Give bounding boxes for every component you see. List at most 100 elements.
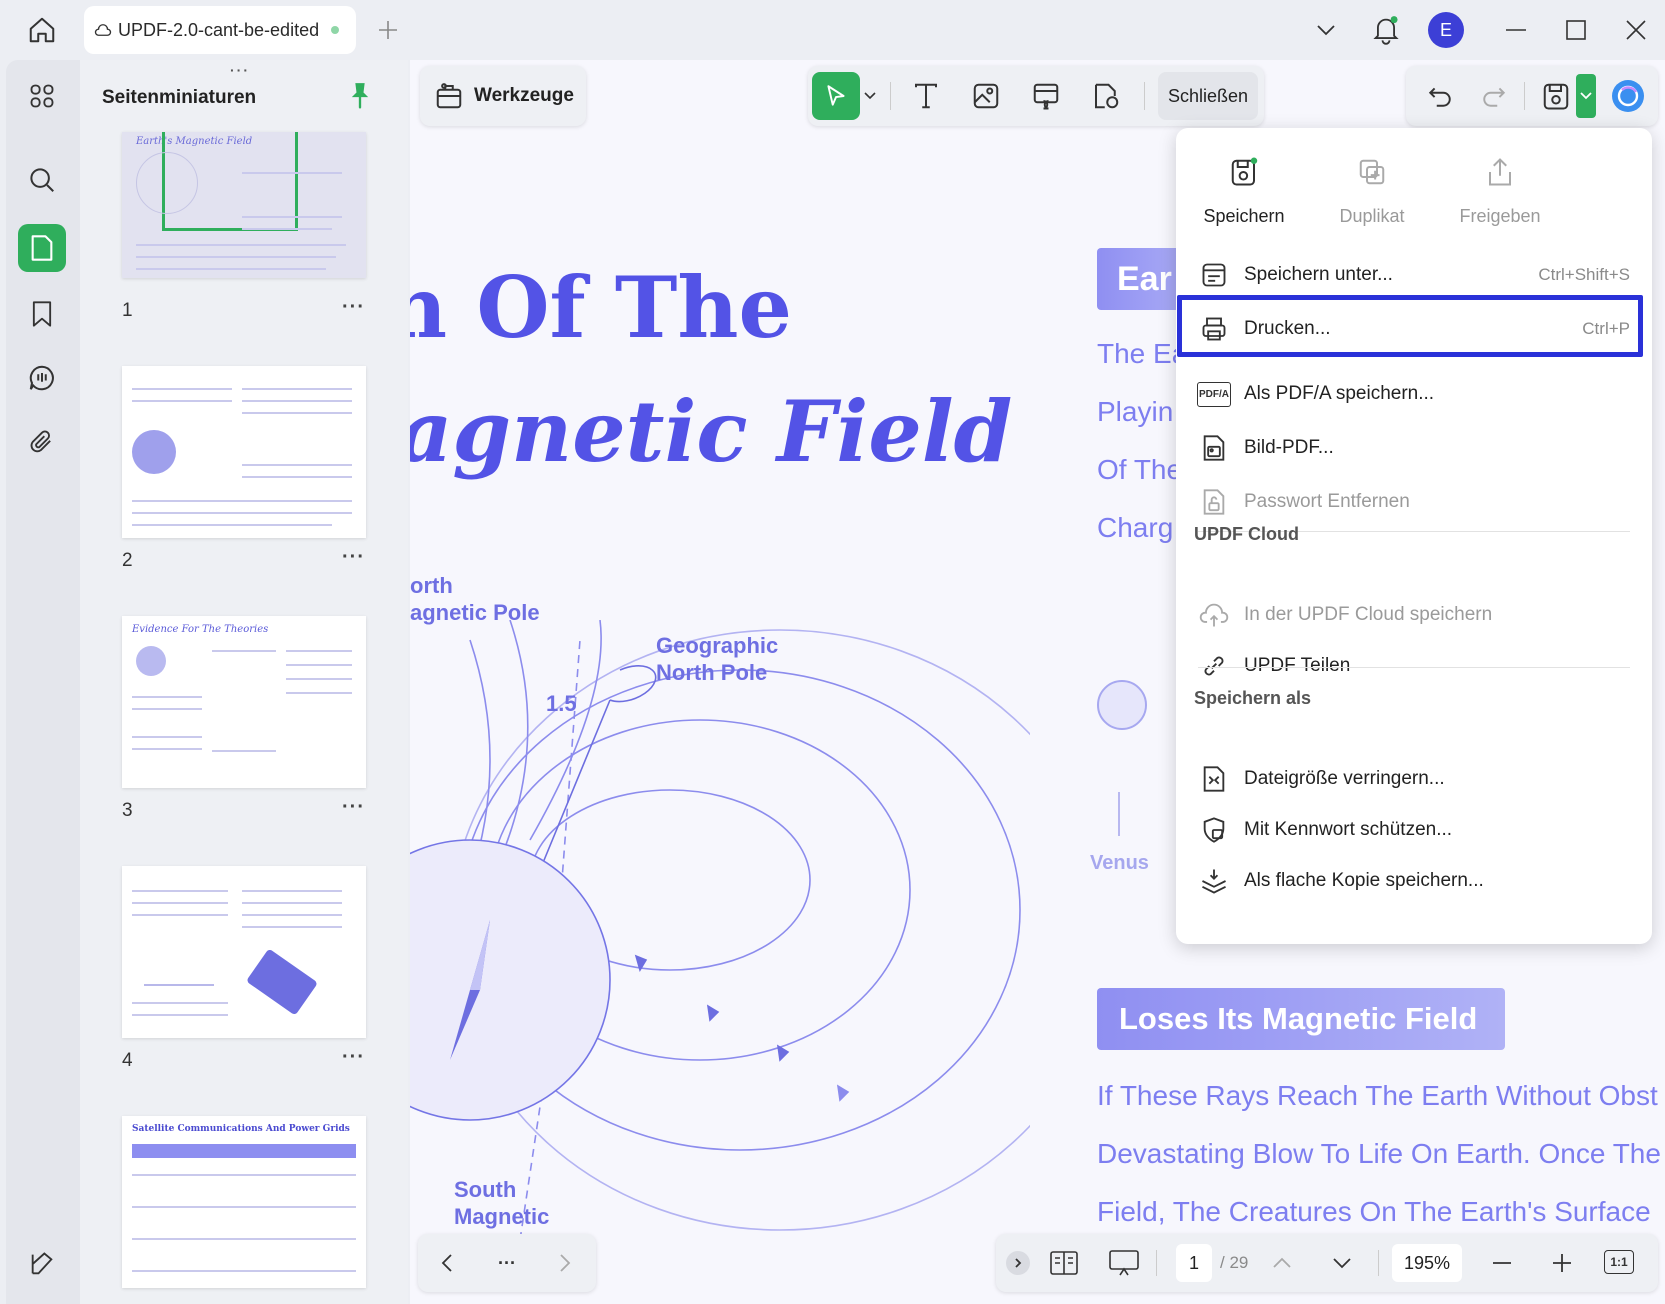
watermark-tool-icon[interactable]: [1086, 76, 1126, 116]
toolbox-icon: [434, 81, 464, 111]
image-tool-icon[interactable]: [966, 76, 1006, 116]
page-thumbnail[interactable]: Earth's Magnetic Field: [122, 132, 366, 278]
current-page-input[interactable]: 1: [1176, 1244, 1212, 1282]
toolbar-divider: [1156, 1250, 1157, 1276]
presentation-icon[interactable]: [1106, 1246, 1142, 1280]
page-thumbnails-icon[interactable]: [18, 224, 66, 272]
body-text-line: Field, The Creatures On The Earth's Surf…: [1097, 1196, 1651, 1227]
shortcut-label: Ctrl+Shift+S: [1538, 265, 1630, 284]
link-icon: [1196, 648, 1232, 684]
cloud-icon: [94, 22, 112, 38]
thumbnail-heading: Evidence For The Theories: [132, 624, 269, 635]
maximize-icon[interactable]: [1560, 14, 1592, 46]
section-title-updf-cloud: UPDF Cloud: [1194, 524, 1299, 544]
thumbnail-page-number: 1: [122, 300, 133, 321]
panel-drag-handle[interactable]: ···: [230, 62, 250, 78]
save-chevron-down-button[interactable]: [1576, 74, 1596, 118]
close-window-icon[interactable]: [1620, 14, 1652, 46]
save-menu-icon[interactable]: [1534, 74, 1578, 118]
comments-icon[interactable]: [18, 354, 66, 402]
menu-item-save-cloud[interactable]: In der UPDF Cloud speichern: [1190, 591, 1638, 639]
thumbnail-more-menu[interactable]: ···: [342, 546, 365, 569]
chevron-down-icon[interactable]: [1310, 14, 1342, 46]
page-thumbnail[interactable]: [122, 866, 366, 1038]
zoom-out-icon[interactable]: [1486, 1248, 1518, 1278]
select-tool-chevron-down-icon[interactable]: [862, 86, 878, 106]
ai-assistant-icon[interactable]: [1606, 74, 1650, 118]
duplicate-action[interactable]: Duplikat: [1308, 148, 1436, 227]
document-title-line-2: agnetic Field: [410, 382, 1013, 481]
menu-item-label: Passwort Entfernen: [1244, 491, 1410, 512]
flatten-layers-icon: [1196, 863, 1232, 899]
pin-icon[interactable]: [348, 82, 372, 110]
menu-item-save-as[interactable]: Speichern unter... Ctrl+Shift+S: [1190, 251, 1638, 299]
minimize-icon[interactable]: [1500, 14, 1532, 46]
select-tool-button[interactable]: [812, 72, 860, 120]
text-tool-icon[interactable]: [906, 76, 946, 116]
menu-item-share-updf[interactable]: UPDF Teilen: [1190, 642, 1638, 690]
page-thumbnail[interactable]: Satellite Communications And Power Grids: [122, 1116, 366, 1288]
next-chevron-icon[interactable]: [550, 1248, 580, 1278]
magnetic-field-diagram: [410, 620, 1030, 1241]
link-tool-icon[interactable]: [1026, 76, 1066, 116]
left-tool-rail: [6, 60, 80, 1304]
menu-separator: [1198, 667, 1630, 668]
thumbnail-more-menu[interactable]: ···: [342, 796, 365, 819]
save-action[interactable]: Speichern: [1180, 148, 1308, 227]
north-magnetic-pole-label: orth agnetic Pole: [410, 573, 540, 625]
south-magnetic-pole-label: South Magnetic: [454, 1177, 550, 1229]
menu-item-save-pdfa[interactable]: PDF/A Als PDF/A speichern...: [1190, 370, 1638, 418]
layers-icon[interactable]: [18, 1240, 66, 1288]
tools-label: Werkzeuge: [474, 85, 574, 106]
redo-icon[interactable]: [1474, 76, 1514, 116]
next-page-chevron-down-icon[interactable]: [1326, 1248, 1358, 1278]
zoom-level-input[interactable]: 195%: [1392, 1244, 1462, 1282]
thumbnail-more-menu[interactable]: ···: [342, 296, 365, 319]
page-thumbnail[interactable]: [122, 366, 366, 538]
menu-item-password-protect[interactable]: Mit Kennwort schützen...: [1190, 806, 1638, 854]
share-action[interactable]: Freigeben: [1436, 148, 1564, 227]
expand-chevron-button[interactable]: [1006, 1251, 1030, 1275]
thumbnail-panel-title: Seitenminiaturen: [102, 87, 257, 108]
more-options-button[interactable]: ···: [490, 1248, 524, 1278]
angle-label: 1.5: [546, 691, 577, 716]
thumbnail-graphic: [136, 646, 166, 676]
menu-item-label: In der UPDF Cloud speichern: [1244, 604, 1493, 625]
attachment-paperclip-icon[interactable]: [18, 418, 66, 466]
search-icon[interactable]: [18, 156, 66, 204]
undo-icon[interactable]: [1420, 76, 1460, 116]
zoom-in-icon[interactable]: [1546, 1248, 1578, 1278]
tools-button[interactable]: Werkzeuge: [420, 66, 586, 126]
save-icon: [1180, 148, 1308, 196]
menu-item-image-pdf[interactable]: Bild-PDF...: [1190, 424, 1638, 472]
share-upload-icon: [1436, 148, 1564, 196]
bookmark-icon[interactable]: [18, 290, 66, 338]
home-icon[interactable]: [22, 12, 62, 48]
duplicate-icon: [1308, 148, 1436, 196]
thumbnail-more-menu[interactable]: ···: [342, 1046, 365, 1069]
apps-grid-icon[interactable]: [18, 72, 66, 120]
thumbnail-graphic: [144, 944, 214, 986]
geographic-north-pole-label: Geographic North Pole: [656, 633, 779, 685]
user-avatar[interactable]: E: [1428, 12, 1464, 48]
satellite-graphic: [245, 948, 319, 1016]
actual-size-button[interactable]: 1:1: [1604, 1250, 1634, 1274]
print-highlight-box: [1177, 295, 1643, 357]
thumbnail-page-number: 3: [122, 800, 133, 821]
shield-lock-icon: [1196, 812, 1232, 848]
menu-item-label: Bild-PDF...: [1244, 437, 1334, 458]
menu-item-remove-password[interactable]: Passwort Entfernen: [1190, 478, 1638, 526]
duplicate-action-label: Duplikat: [1339, 206, 1405, 226]
close-edit-button[interactable]: Schließen: [1158, 72, 1258, 120]
menu-item-reduce-size[interactable]: Dateigröße verringern...: [1190, 755, 1638, 803]
menu-item-flat-copy[interactable]: Als flache Kopie speichern...: [1190, 857, 1638, 905]
share-action-label: Freigeben: [1459, 206, 1541, 226]
planet-circle: [1097, 680, 1147, 730]
previous-chevron-icon[interactable]: [432, 1248, 462, 1278]
new-tab-plus-icon[interactable]: [372, 14, 404, 46]
document-tab[interactable]: UPDF-2.0-cant-be-edited: [84, 6, 356, 54]
notification-bell-icon[interactable]: [1368, 10, 1404, 50]
page-thumbnail[interactable]: Evidence For The Theories: [122, 616, 366, 788]
page-layout-icon[interactable]: [1046, 1246, 1082, 1280]
previous-page-chevron-up-icon[interactable]: [1266, 1248, 1298, 1278]
